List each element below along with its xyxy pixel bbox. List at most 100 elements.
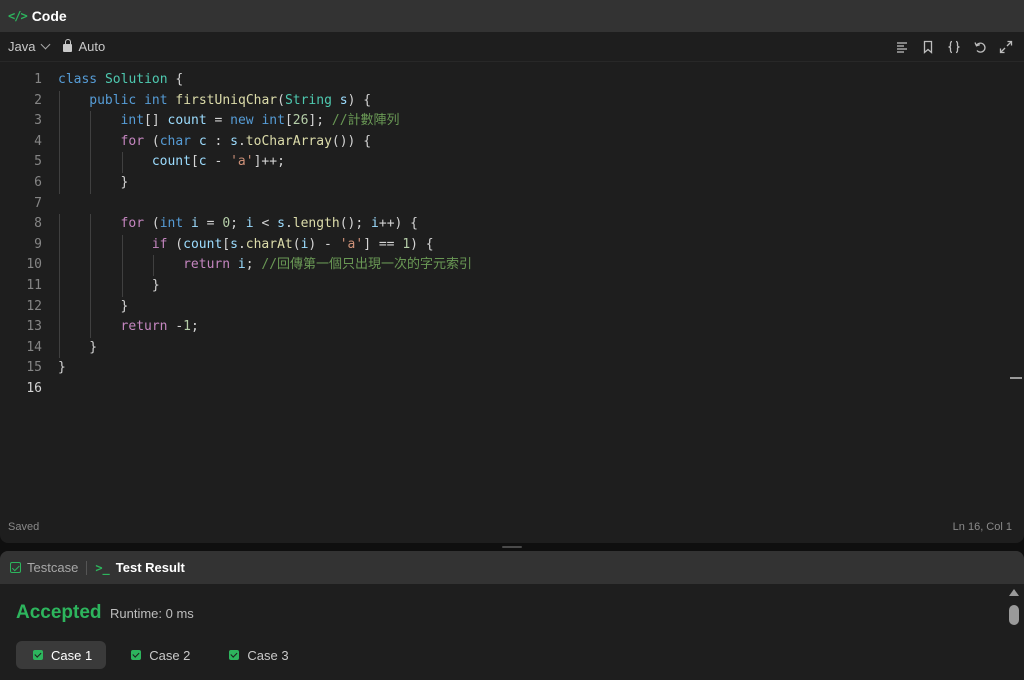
case-3-button[interactable]: Case 3: [212, 641, 302, 669]
braces-icon[interactable]: [944, 37, 964, 57]
code-token: int: [261, 113, 285, 129]
case-1-button[interactable]: Case 1: [16, 641, 107, 669]
panel-resize-handle[interactable]: [502, 546, 522, 548]
code-token: String: [284, 92, 332, 108]
code-panel: </> Code Java Auto 1 class Solution {2 …: [0, 0, 1024, 543]
code-line[interactable]: 7: [0, 194, 1024, 215]
bookmark-icon[interactable]: [918, 37, 938, 57]
expand-icon[interactable]: [996, 37, 1016, 57]
result-scrollbar[interactable]: [1006, 587, 1022, 680]
line-number: 7: [34, 195, 42, 211]
code-token: (: [144, 216, 160, 232]
code-token: (: [144, 133, 160, 149]
code-token: ;: [245, 257, 262, 273]
code-token: ();: [339, 216, 372, 232]
code-token: c: [198, 154, 207, 170]
code-token: s: [339, 92, 348, 108]
auto-mode-toggle[interactable]: Auto: [63, 39, 105, 54]
indent-guide: [59, 90, 60, 112]
line-number: 15: [26, 360, 42, 376]
code-token: 'a': [339, 236, 364, 252]
check-icon: [229, 650, 240, 660]
code-text: }: [58, 358, 66, 379]
code-token: //回傳第一個只出現一次的字元索引: [261, 257, 473, 273]
code-token: for: [120, 133, 145, 149]
indent-guide: [59, 234, 60, 256]
language-select[interactable]: Java: [8, 39, 51, 54]
tab-code-label: Code: [31, 8, 67, 24]
code-token: count: [183, 236, 223, 252]
code-token: ) {: [410, 236, 434, 252]
tab-test-result[interactable]: >_ Test Result: [95, 560, 185, 575]
undo-icon[interactable]: [970, 37, 990, 57]
indent-guide: [59, 172, 60, 194]
code-token: public: [89, 92, 137, 108]
code-line[interactable]: 9 if (count[s.charAt(i) - 'a'] == 1) {: [0, 234, 1024, 256]
code-token: (: [292, 236, 301, 252]
code-editor[interactable]: 1 class Solution {2 public int firstUniqCh…: [0, 70, 1024, 510]
code-token: =: [206, 113, 231, 129]
code-line[interactable]: 2 public int firstUniqChar(String s) {: [0, 90, 1024, 112]
cursor-position: Ln 16, Col 1: [952, 521, 1012, 533]
auto-mode-label: Auto: [78, 39, 106, 54]
code-token: ++) {: [378, 216, 419, 232]
indent-guide: [121, 234, 123, 256]
code-line[interactable]: 3 int[] count = new int[26]; //計數陣列: [0, 111, 1024, 132]
format-lines-icon[interactable]: [892, 37, 912, 57]
code-line[interactable]: 15}: [0, 358, 1024, 379]
line-number: 12: [26, 298, 42, 314]
code-line[interactable]: 1 class Solution {: [0, 70, 1024, 91]
code-token: {: [167, 72, 184, 87]
code-line[interactable]: 10 return i; //回傳第一個只出現一次的字元索引: [0, 255, 1024, 276]
indent-guide: [90, 317, 92, 338]
case-label: Case 2: [149, 647, 191, 663]
code-line[interactable]: 4 for (char c : s.toCharArray()) {: [0, 131, 1024, 153]
scroll-up-icon[interactable]: [1009, 589, 1019, 596]
code-line[interactable]: 12}: [0, 296, 1024, 318]
editor-status-bar: Saved Ln 16, Col 1: [0, 518, 1024, 536]
code-text: }: [121, 297, 129, 318]
indent-guide: [121, 152, 123, 173]
code-text: int[] count = new int[26]; //計數陣列: [121, 111, 400, 132]
code-token: .: [237, 133, 246, 149]
code-token: firstUniqChar: [175, 92, 278, 108]
indent-guide: [59, 337, 60, 359]
code-text: return -1;: [121, 317, 199, 338]
code-token: -: [206, 154, 231, 170]
code-line[interactable]: 5 count[c - 'a']++;: [0, 152, 1024, 173]
editor-scrollbar-marker[interactable]: [1010, 377, 1022, 379]
indent-guide: [59, 275, 60, 297]
scrollbar-thumb[interactable]: [1009, 605, 1019, 625]
code-text: class Solution {: [58, 70, 183, 91]
line-number: 11: [26, 277, 42, 293]
code-line[interactable]: 13 return -1;: [0, 317, 1024, 338]
code-token: }: [58, 360, 66, 376]
code-token: char: [159, 133, 191, 149]
editor-toolbar: Java Auto: [0, 32, 1024, 62]
code-token: [: [190, 154, 199, 170]
code-token: =: [198, 216, 223, 232]
tab-code[interactable]: </> Code: [8, 8, 67, 24]
code-token: [: [284, 113, 293, 129]
code-icon: </>: [8, 9, 28, 23]
code-token: int: [144, 92, 168, 108]
indent-guide: [59, 214, 60, 235]
code-token: }: [120, 174, 129, 190]
code-line[interactable]: 16: [0, 379, 1024, 400]
code-line[interactable]: 14}: [0, 337, 1024, 359]
tab-testcase[interactable]: Testcase: [10, 560, 78, 575]
line-number: 6: [34, 174, 42, 190]
code-token: i: [245, 216, 254, 232]
toolbar-actions: [892, 32, 1016, 62]
code-token: 1: [402, 236, 411, 252]
code-token: 26: [292, 113, 309, 129]
indent-guide: [59, 255, 60, 276]
code-token: ;: [191, 319, 199, 335]
code-line[interactable]: 11}: [0, 275, 1024, 297]
case-tabs: Case 1 Case 2 Case 3: [16, 641, 303, 669]
code-line[interactable]: 6}: [0, 172, 1024, 194]
case-2-button[interactable]: Case 2: [114, 641, 204, 669]
code-line[interactable]: 8 for (int i = 0; i < s.length(); i++) {: [0, 214, 1024, 235]
